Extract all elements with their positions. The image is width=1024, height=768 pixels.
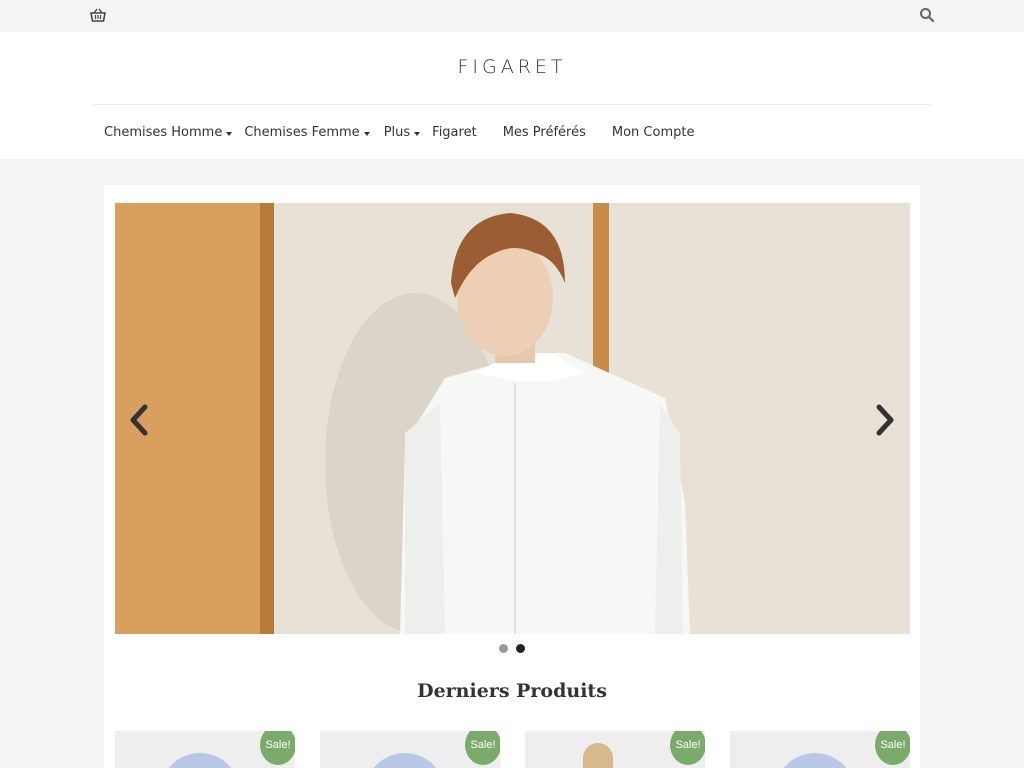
sale-badge: Sale! [875, 731, 910, 765]
nav-item-figaret[interactable]: Figaret [432, 125, 477, 140]
search-icon[interactable] [919, 7, 935, 23]
caret-down-icon [363, 131, 370, 136]
slider-prev-arrow-icon[interactable] [127, 403, 151, 437]
nav-item-label: Plus [383, 124, 411, 140]
site-header: FIGARET Chemises Homme Chemises Femme Pl… [0, 32, 1024, 159]
product-card[interactable]: Sale! [525, 731, 705, 768]
main-nav: Chemises Homme Chemises Femme Plus Figar… [104, 122, 694, 142]
product-card[interactable]: Sale! [730, 731, 910, 768]
nav-item-mes-preferes[interactable]: Mes Préférés [503, 125, 586, 140]
product-card[interactable]: Sale! [320, 731, 500, 768]
nav-item-plus[interactable]: Plus [383, 124, 421, 140]
nav-item-mon-compte[interactable]: Mon Compte [612, 125, 695, 140]
product-image [160, 753, 240, 768]
product-grid: Sale! Sale! Sale! Sale! [115, 731, 910, 768]
main-content: Derniers Produits Sale! Sale! Sale! Sale… [104, 185, 920, 768]
sale-badge: Sale! [670, 731, 705, 765]
caret-down-icon [414, 131, 421, 136]
site-logo[interactable]: FIGARET [0, 56, 1024, 78]
product-image [775, 753, 855, 768]
caret-down-icon [226, 131, 233, 136]
product-image [365, 753, 445, 768]
product-card[interactable]: Sale! [115, 731, 295, 768]
nav-item-label: Chemises Femme [244, 124, 360, 140]
nav-item-label: Mon Compte [611, 124, 695, 140]
top-bar [0, 0, 1024, 32]
product-image [583, 743, 613, 768]
nav-item-label: Figaret [432, 124, 477, 140]
nav-item-label: Mes Préférés [502, 124, 586, 140]
nav-item-label: Chemises Homme [104, 124, 223, 140]
nav-item-chemises-femme[interactable]: Chemises Femme [244, 124, 370, 140]
slider-dots [104, 644, 920, 653]
slider-dot-1[interactable] [499, 644, 508, 653]
hero-slide-image [115, 203, 910, 634]
sale-badge: Sale! [260, 731, 295, 765]
section-title: Derniers Produits [417, 680, 607, 702]
shopping-basket-icon[interactable] [90, 7, 106, 23]
header-divider [92, 104, 932, 105]
slider-dot-2[interactable] [516, 644, 525, 653]
hero-slider [115, 203, 910, 634]
sale-badge: Sale! [465, 731, 500, 765]
slider-next-arrow-icon[interactable] [873, 403, 897, 437]
nav-item-chemises-homme[interactable]: Chemises Homme [104, 124, 233, 140]
